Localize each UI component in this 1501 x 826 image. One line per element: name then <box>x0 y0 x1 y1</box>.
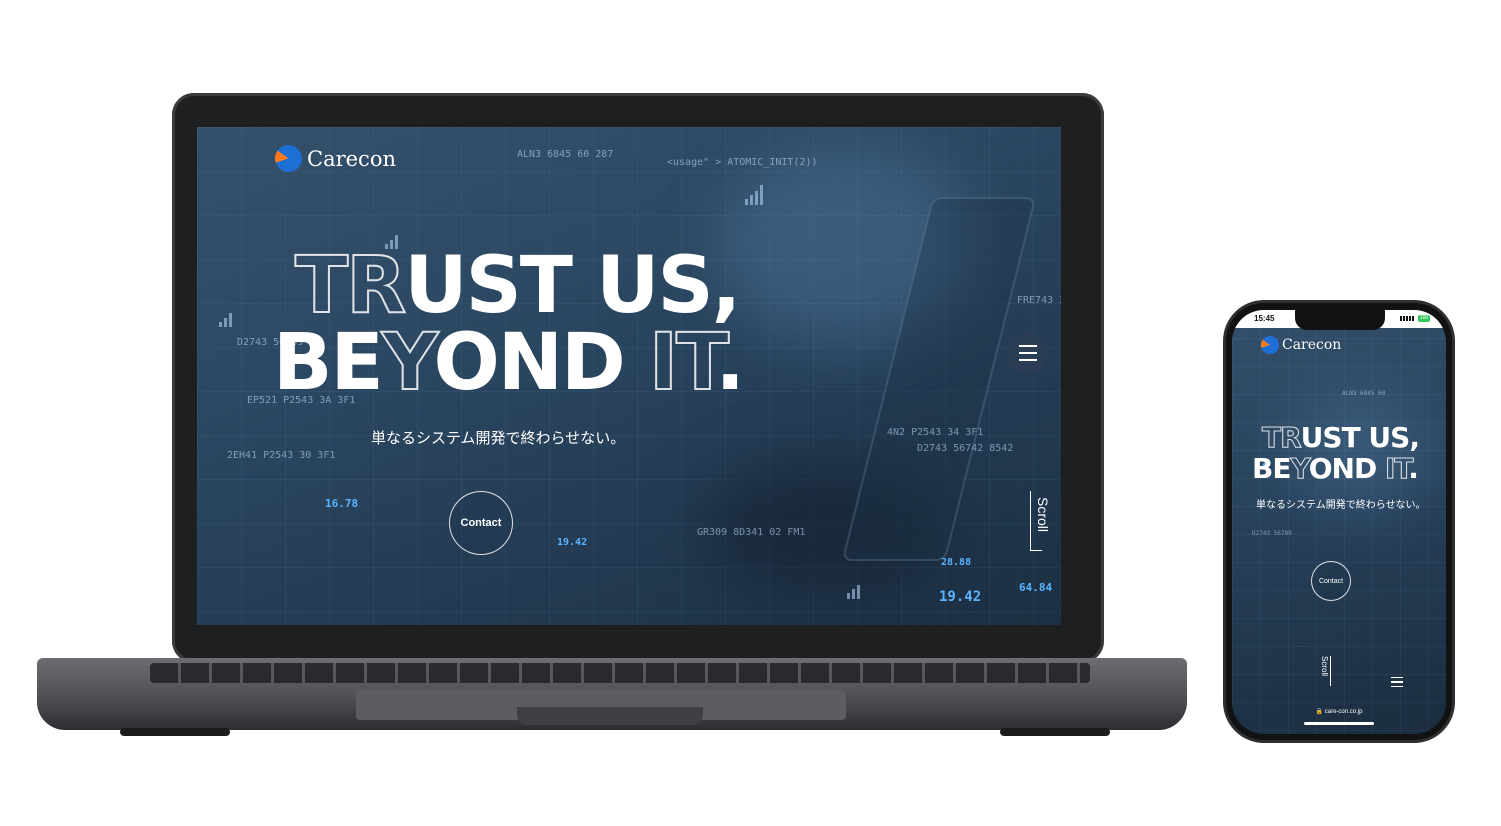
data-stream-text: D2743 56789 <box>1252 530 1292 537</box>
laptop-opening-notch <box>517 707 703 725</box>
hero-headline-line1: TRUST US, <box>1262 421 1420 454</box>
laptop-screen: ALN3 6845 60 287 <usage" > ATOMIC_INIT(2… <box>197 127 1061 625</box>
menu-button[interactable] <box>1386 671 1408 693</box>
hero-tagline: 単なるシステム開発で終わらせない。 <box>1256 500 1426 511</box>
data-stream-text: FRE743 34785 45 <box>1017 295 1061 306</box>
url-bar[interactable]: 🔒 care-con.co.jp <box>1232 708 1446 715</box>
contact-button[interactable]: Contact <box>1311 561 1351 601</box>
data-stream-text: GR309 8D341 02 FM1 <box>697 527 806 538</box>
data-stream-text: ALN3 6845 60 287 <box>517 149 614 160</box>
logo-icon <box>1261 336 1279 354</box>
background-grid <box>1232 310 1446 734</box>
ticker-value: 16.78 <box>325 497 359 510</box>
ticker-value: 28.88 <box>941 557 972 568</box>
headline-solid-text: . <box>1408 452 1419 485</box>
signal-icon <box>1400 316 1414 321</box>
logo-icon <box>275 145 302 172</box>
data-stream-text: 4N2 P2543 34 3F1 <box>887 427 984 438</box>
logo-text: Carecon <box>307 146 396 171</box>
url-text: care-con.co.jp <box>1324 709 1363 715</box>
data-stream-text: ALN3 6845 60 <box>1342 390 1386 397</box>
headline-outline-text: Y <box>381 318 437 408</box>
ticker-value: 19.42 <box>557 537 588 548</box>
menu-icon <box>1019 359 1037 361</box>
mini-bar-chart-graphic <box>847 585 860 599</box>
headline-solid-text: . <box>715 318 745 408</box>
headline-outline-text: Y <box>1290 452 1310 485</box>
scroll-arrow-icon <box>1330 656 1331 686</box>
laptop-foot-left <box>120 728 230 736</box>
phone-notch <box>1295 310 1385 330</box>
headline-solid-text: BE <box>273 318 384 408</box>
status-time: 15:45 <box>1254 314 1275 323</box>
ticker-value: 64.84 <box>1019 581 1053 594</box>
headline-solid-text: BE <box>1252 452 1291 485</box>
home-indicator <box>1304 722 1374 725</box>
laptop-foot-right <box>1000 728 1110 736</box>
scroll-indicator[interactable]: Scroll <box>1035 497 1051 532</box>
scroll-indicator[interactable]: Scroll <box>1320 656 1329 676</box>
headline-solid-text: UST US, <box>1300 421 1420 454</box>
site-logo[interactable]: Carecon <box>1261 336 1341 354</box>
phone-screen: 15:45 100 ▲ ALN3 6845 60 D2743 56789 Car… <box>1232 310 1446 734</box>
hero-headline-line2: BEYOND IT. <box>273 323 745 403</box>
menu-button[interactable] <box>1007 332 1049 374</box>
data-stream-text: 2EH41 P2543 30 3F1 <box>227 450 336 461</box>
battery-icon: 100 <box>1418 315 1430 322</box>
menu-icon <box>1019 352 1037 354</box>
lock-icon: 🔒 <box>1315 709 1324 715</box>
ticker-value: 19.42 <box>939 589 982 605</box>
headline-outline-text: IT <box>648 318 718 408</box>
scroll-arrow-icon <box>1030 491 1031 551</box>
headline-solid-text: OND <box>433 318 649 408</box>
hero-headline-line1: TRUST US, <box>294 246 741 326</box>
data-stream-text: D2743 56742 8542 <box>917 443 1014 454</box>
hero-headline-line2: BEYOND IT. <box>1252 452 1419 485</box>
laptop-keyboard <box>150 663 1090 683</box>
menu-icon <box>1391 685 1403 688</box>
headline-solid-text: OND <box>1308 452 1385 485</box>
data-stream-text: <usage" > ATOMIC_INIT(2)) <box>667 157 818 168</box>
menu-icon <box>1391 676 1403 679</box>
mini-bar-chart-graphic <box>219 313 232 327</box>
contact-button[interactable]: Contact <box>449 491 513 555</box>
menu-icon <box>1019 345 1037 347</box>
headline-outline-text: TR <box>1262 421 1303 454</box>
scroll-arrow-icon <box>1030 550 1042 551</box>
headline-outline-text: IT <box>1384 452 1409 485</box>
mini-bar-chart-graphic <box>745 185 763 205</box>
hero-tagline: 単なるシステム開発で終わらせない。 <box>371 429 626 447</box>
logo-text: Carecon <box>1282 337 1342 353</box>
menu-icon <box>1391 681 1403 683</box>
site-logo[interactable]: Carecon <box>275 145 396 172</box>
